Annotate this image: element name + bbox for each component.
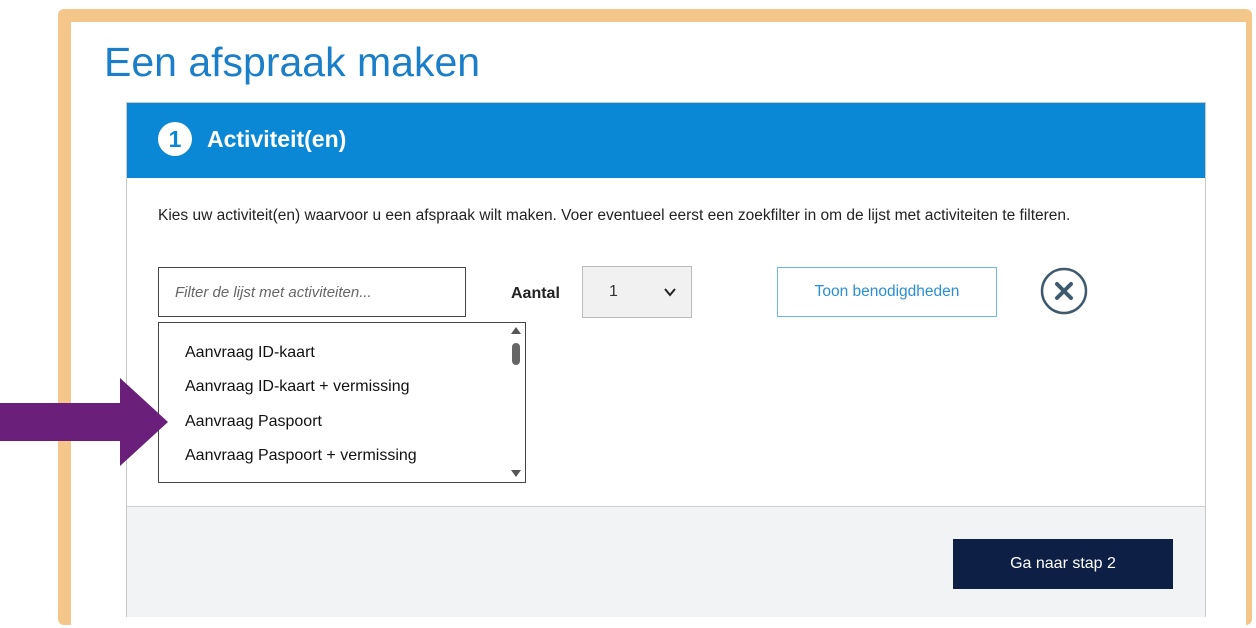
list-item[interactable]: Aanvraag Paspoort + vermissing	[185, 447, 417, 465]
page-title: Een afspraak maken	[104, 39, 481, 85]
chevron-down-icon	[664, 288, 676, 297]
list-item[interactable]: Aanvraag Paspoort	[185, 413, 322, 431]
aantal-label: Aantal	[511, 285, 560, 302]
list-item[interactable]: Aanvraag ID-kaart + vermissing	[185, 378, 410, 396]
scroll-thumb[interactable]	[512, 343, 520, 365]
step-header: 1 Activiteit(en)	[127, 103, 1205, 178]
list-item[interactable]: Aanvraag ID-kaart	[185, 344, 315, 362]
scroll-down-icon[interactable]	[511, 470, 521, 477]
toon-benodigdheden-button[interactable]: Toon benodigdheden	[777, 267, 997, 317]
panel-footer: Ga naar stap 2	[127, 506, 1205, 617]
activity-filter-input[interactable]	[158, 267, 466, 317]
step-number-badge: 1	[158, 122, 192, 156]
step-title: Activiteit(en)	[207, 126, 347, 152]
instruction-text: Kies uw activiteit(en) waarvoor u een af…	[158, 207, 1071, 224]
activity-listbox[interactable]: Aanvraag ID-kaart Aanvraag ID-kaart + ve…	[158, 322, 526, 483]
next-step-button[interactable]: Ga naar stap 2	[953, 539, 1173, 589]
arrow-right-icon	[0, 378, 168, 466]
listbox-scrollbar[interactable]	[507, 323, 525, 482]
aantal-selected-value: 1	[609, 283, 618, 300]
aantal-select[interactable]: 1	[582, 266, 692, 318]
scroll-up-icon[interactable]	[511, 327, 521, 334]
step-panel: 1 Activiteit(en) Kies uw activiteit(en) …	[126, 102, 1206, 617]
close-circle-icon[interactable]	[1040, 267, 1088, 315]
